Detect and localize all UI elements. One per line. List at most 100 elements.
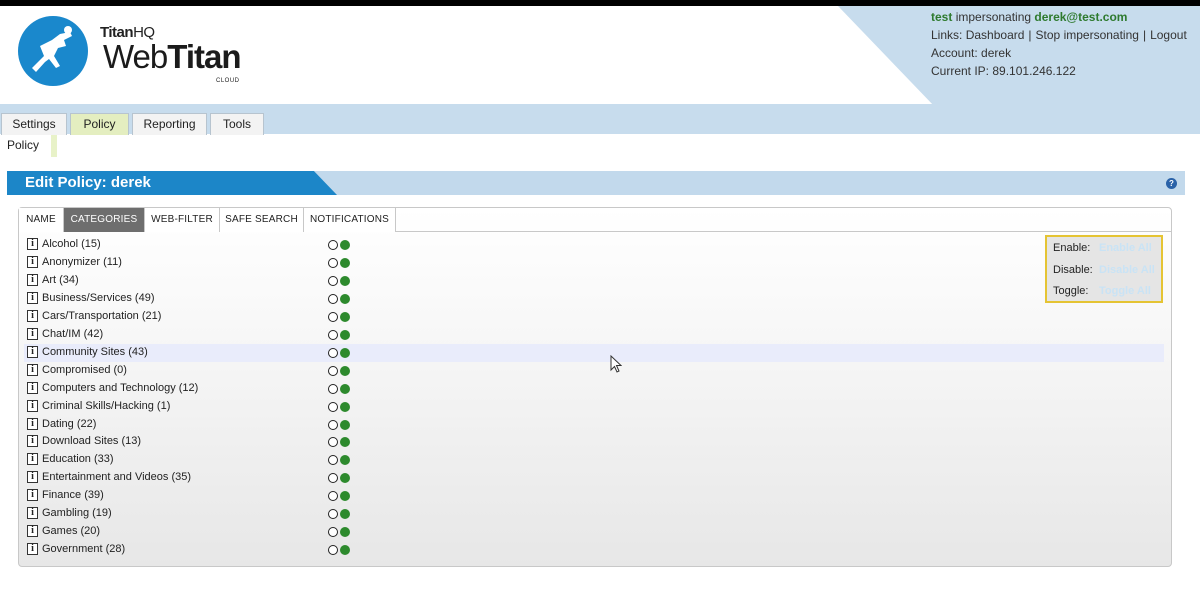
category-label: Dating (22) [42,417,97,430]
tab-settings[interactable]: Settings [1,113,67,135]
enable-radio[interactable] [340,509,350,520]
category-label: Business/Services (49) [42,291,155,304]
category-row: i Anonymizer (11) [24,254,1164,272]
info-icon[interactable]: i [27,291,38,304]
category-label: Compromised (0) [42,363,127,376]
category-row: i Computers and Technology (12) [24,380,1164,398]
category-label: Entertainment and Videos (35) [42,471,191,484]
info-icon[interactable]: i [27,543,38,556]
enable-radio[interactable] [340,455,350,466]
disable-radio[interactable] [328,257,338,268]
stop-impersonating-link[interactable]: Stop impersonating [1036,28,1139,42]
enable-radio[interactable] [340,383,350,394]
enable-radio[interactable] [340,401,350,412]
tab-tools[interactable]: Tools [210,113,264,135]
category-label: Computers and Technology (12) [42,381,199,394]
info-icon[interactable]: i [27,507,38,520]
info-icon[interactable]: i [27,489,38,502]
info-icon[interactable]: i [27,525,38,538]
enable-radio[interactable] [340,473,350,484]
category-row: i Community Sites (43) [24,343,1164,362]
category-row: i Download Sites (13) [24,433,1164,451]
info-icon[interactable]: i [27,363,38,376]
ip-line: Current IP: 89.101.246.122 [931,62,1187,80]
disable-radio[interactable] [328,240,338,250]
tab-policy[interactable]: Policy [70,113,129,135]
info-icon[interactable]: i [27,238,38,250]
disable-radio[interactable] [328,491,338,502]
enable-radio[interactable] [340,311,350,322]
enable-all-button[interactable]: Enable All [1099,242,1152,254]
category-row: i Chat/IM (42) [24,326,1164,344]
info-icon[interactable]: i [27,309,38,322]
account-value: derek [981,46,1012,60]
disable-radio[interactable] [328,383,338,394]
category-row: i Dating (22) [24,416,1164,434]
edition-label: CLOUD [216,78,240,84]
enable-radio[interactable] [340,347,350,358]
category-row: i Gambling (19) [24,505,1164,523]
enable-radio[interactable] [340,527,350,538]
category-label: Criminal Skills/Hacking (1) [42,399,171,412]
info-icon[interactable]: i [27,435,38,448]
enable-radio[interactable] [340,293,350,304]
subnav-policy[interactable]: Policy [0,135,57,157]
disable-radio[interactable] [328,275,338,286]
disable-radio[interactable] [328,329,338,340]
category-row: i Compromised (0) [24,362,1164,380]
disable-radio[interactable] [328,293,338,304]
tab-safe-search[interactable]: SAFE SEARCH [220,208,304,232]
info-icon[interactable]: i [27,345,38,358]
enable-radio[interactable] [340,240,350,250]
info-icon[interactable]: i [27,381,38,394]
category-row: i Art (34) [24,272,1164,290]
enable-radio[interactable] [340,491,350,502]
category-row: i Cars/Transportation (21) [24,308,1164,326]
disable-all-button[interactable]: Disable All [1099,264,1155,276]
dashboard-link[interactable]: Dashboard [966,28,1025,42]
tab-web-filter[interactable]: WEB-FILTER [145,208,220,232]
info-icon[interactable]: i [27,255,38,268]
disable-radio[interactable] [328,473,338,484]
category-label: Government (28) [42,543,126,556]
disable-radio[interactable] [328,527,338,538]
info-icon[interactable]: i [27,327,38,340]
enable-radio[interactable] [340,275,350,286]
enable-radio[interactable] [340,419,350,430]
disable-label: Disable: [1053,264,1093,276]
category-label: Community Sites (43) [42,345,148,358]
enable-radio[interactable] [340,437,350,448]
disable-radio[interactable] [328,311,338,322]
info-icon[interactable]: i [27,417,38,430]
category-label: Chat/IM (42) [42,327,104,340]
tab-notifications[interactable]: NOTIFICATIONS [304,208,396,232]
help-icon[interactable]: ? [1166,178,1177,189]
disable-radio[interactable] [328,455,338,466]
enable-radio[interactable] [340,365,350,376]
impersonated-user: derek@test.com [1034,10,1128,24]
webtitan-wordmark: WebTitan [103,38,242,75]
info-icon[interactable]: i [27,399,38,412]
info-icon[interactable]: i [27,273,38,286]
info-icon[interactable]: i [27,453,38,466]
disable-radio[interactable] [328,347,338,358]
ip-value: 89.101.246.122 [992,64,1076,78]
tab-categories[interactable]: CATEGORIES [64,208,145,232]
info-icon[interactable]: i [27,471,38,484]
disable-radio[interactable] [328,365,338,376]
disable-radio[interactable] [328,419,338,430]
impersonator-name: test [931,10,953,24]
logout-link[interactable]: Logout [1150,28,1187,42]
enable-radio[interactable] [340,545,350,556]
toggle-all-button[interactable]: Toggle All [1099,285,1151,297]
disable-radio[interactable] [328,545,338,556]
enable-radio[interactable] [340,257,350,268]
category-label: Download Sites (13) [42,435,142,448]
enable-radio[interactable] [340,329,350,340]
disable-radio[interactable] [328,401,338,412]
tab-name[interactable]: NAME [19,208,64,232]
account-line: Account: derek [931,44,1187,62]
disable-radio[interactable] [328,437,338,448]
disable-radio[interactable] [328,509,338,520]
tab-reporting[interactable]: Reporting [132,113,207,135]
